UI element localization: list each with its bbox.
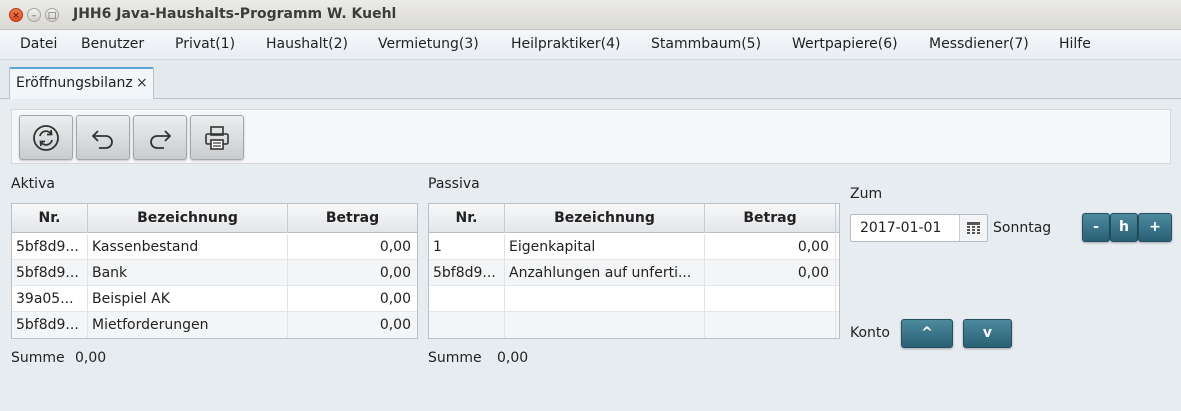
cell-betrag: 0,00 (379, 291, 411, 307)
table-row[interactable]: 5bf8d9... Kassenbestand 0,00 (12, 234, 417, 260)
konto-label: Konto (850, 325, 890, 341)
tab-eroeffnungsbilanz[interactable]: Eröffnungsbilanz × (9, 67, 154, 99)
refresh-icon (33, 125, 59, 151)
menu-benutzer[interactable]: Benutzer (81, 36, 144, 52)
print-icon (205, 126, 229, 150)
table-row[interactable]: 1 Eigenkapital 0,00 (429, 234, 839, 260)
passiva-summe-value: 0,00 (497, 350, 529, 366)
cell-nr: 5bf8d9... (12, 260, 88, 286)
passiva-label: Passiva (428, 176, 480, 192)
undo-icon (92, 130, 113, 149)
menu-messdiener[interactable]: Messdiener(7) (929, 36, 1029, 52)
tab-label: Eröffnungsbilanz (16, 75, 133, 91)
menu-heilpraktiker[interactable]: Heilpraktiker(4) (511, 36, 620, 52)
tab-close-icon[interactable]: × (136, 75, 148, 91)
calendar-icon (967, 222, 980, 234)
date-input[interactable]: 2017-01-01 (860, 220, 941, 236)
cell-betrag (705, 286, 836, 312)
menu-bar: Datei Benutzer Privat(1) Haushalt(2) Ver… (0, 30, 1181, 60)
cell-betrag: 0,00 (379, 317, 411, 333)
aktiva-table[interactable]: Nr. Bezeichnung Betrag 5bf8d9... Kassenb… (11, 203, 418, 339)
cell-nr (429, 286, 505, 312)
aktiva-summe-value: 0,00 (75, 350, 107, 366)
refresh-button[interactable] (19, 115, 73, 160)
cell-bezeichnung: Eigenkapital (505, 234, 705, 260)
window-title: JHH6 Java-Haushalts-Programm W. Kuehl (73, 6, 397, 22)
cell-bezeichnung: Bank (88, 260, 288, 286)
print-button[interactable] (190, 115, 244, 160)
zum-label: Zum (850, 186, 883, 202)
menu-wertpapiere[interactable]: Wertpapiere(6) (792, 36, 898, 52)
passiva-summe-label: Summe (428, 350, 482, 366)
title-bar: × – □ JHH6 Java-Haushalts-Programm W. Ku… (0, 0, 1181, 30)
cell-nr: 39a05... (12, 286, 88, 312)
menu-haushalt[interactable]: Haushalt(2) (266, 36, 348, 52)
cell-bezeichnung (505, 286, 705, 312)
menu-vermietung[interactable]: Vermietung(3) (378, 36, 479, 52)
cell-betrag: 0,00 (379, 239, 411, 255)
cell-nr: 5bf8d9... (429, 260, 505, 286)
cell-nr: 5bf8d9... (12, 312, 88, 338)
aktiva-summe-label: Summe (11, 350, 65, 366)
table-row[interactable]: 5bf8d9... Anzahlungen auf unferti... 0,0… (429, 260, 839, 286)
menu-hilfe[interactable]: Hilfe (1059, 36, 1091, 52)
cell-betrag: 0,00 (705, 234, 836, 260)
toolbar (11, 109, 1171, 164)
passiva-table[interactable]: Nr. Bezeichnung Betrag 1 Eigenkapital 0,… (428, 203, 840, 339)
weekday-label: Sonntag (993, 220, 1052, 236)
column-header-nr[interactable]: Nr. (12, 204, 88, 233)
column-header-nr[interactable]: Nr. (429, 204, 505, 233)
cell-betrag (705, 312, 836, 338)
table-header: Nr. Bezeichnung Betrag (429, 204, 839, 233)
column-header-betrag[interactable]: Betrag (705, 204, 836, 233)
previous-day-button[interactable]: - (1082, 213, 1110, 242)
menu-stammbaum[interactable]: Stammbaum(5) (651, 36, 761, 52)
calendar-button[interactable] (959, 215, 987, 241)
cell-bezeichnung: Beispiel AK (88, 286, 288, 312)
cell-bezeichnung: Mietforderungen (88, 312, 288, 338)
cell-nr: 5bf8d9... (12, 234, 88, 260)
cell-betrag: 0,00 (705, 260, 836, 286)
cell-nr: 1 (429, 234, 505, 260)
close-window-button[interactable]: × (9, 8, 23, 22)
cell-bezeichnung (505, 312, 705, 338)
redo-button[interactable] (133, 115, 187, 160)
table-row[interactable] (429, 286, 839, 312)
today-button[interactable]: h (1110, 213, 1138, 242)
menu-privat[interactable]: Privat(1) (175, 36, 235, 52)
cell-bezeichnung: Anzahlungen auf unferti... (505, 260, 705, 286)
redo-icon (150, 130, 171, 149)
konto-up-button[interactable]: ^ (901, 319, 953, 348)
column-header-bezeichnung[interactable]: Bezeichnung (505, 204, 705, 233)
cell-betrag: 0,00 (379, 265, 411, 281)
table-row[interactable] (429, 312, 839, 338)
menu-datei[interactable]: Datei (20, 36, 57, 52)
table-row[interactable]: 39a05... Beispiel AK 0,00 (12, 286, 417, 312)
column-header-bezeichnung[interactable]: Bezeichnung (88, 204, 288, 233)
table-row[interactable]: 5bf8d9... Bank 0,00 (12, 260, 417, 286)
date-picker[interactable]: 2017-01-01 (850, 214, 988, 242)
maximize-window-button[interactable]: □ (45, 8, 59, 22)
undo-button[interactable] (76, 115, 130, 160)
table-header: Nr. Bezeichnung Betrag (12, 204, 417, 233)
cell-bezeichnung: Kassenbestand (88, 234, 288, 260)
tab-strip: Eröffnungsbilanz × (0, 60, 1181, 99)
konto-down-button[interactable]: v (963, 319, 1012, 348)
cell-nr (429, 312, 505, 338)
table-row[interactable]: 5bf8d9... Mietforderungen 0,00 (12, 312, 417, 338)
minimize-window-button[interactable]: – (27, 8, 41, 22)
aktiva-label: Aktiva (11, 176, 55, 192)
column-header-betrag[interactable]: Betrag (288, 204, 417, 233)
next-day-button[interactable]: + (1138, 213, 1172, 242)
